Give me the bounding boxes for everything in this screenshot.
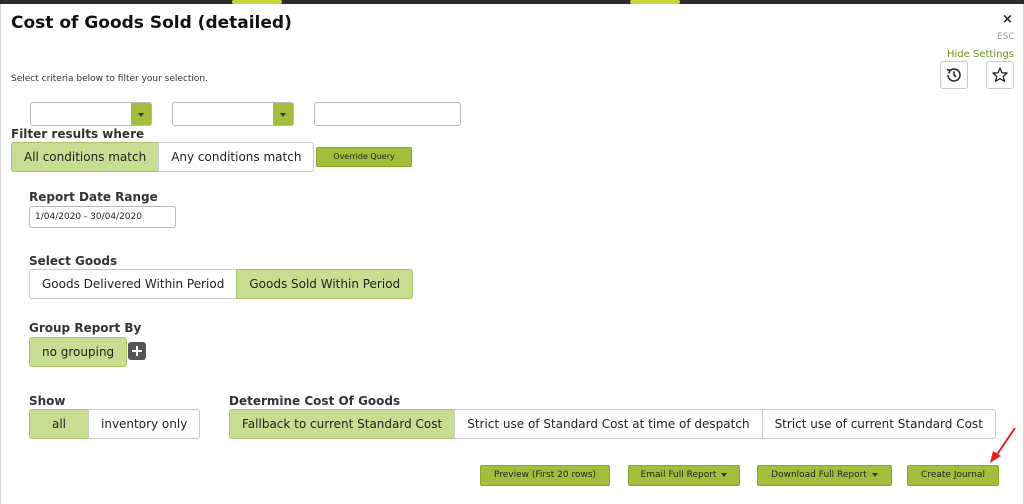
- current-standard-cost-option[interactable]: Strict use of current Standard Cost: [761, 409, 996, 439]
- goods-sold-option[interactable]: Goods Sold Within Period: [236, 269, 414, 299]
- hide-settings-link[interactable]: Hide Settings: [947, 49, 1014, 60]
- filter-results-label: Filter results where: [11, 127, 145, 141]
- standard-cost-at-despatch-option[interactable]: Strict use of Standard Cost at time of d…: [454, 409, 763, 439]
- filter-field-select[interactable]: [30, 102, 152, 126]
- show-all-option[interactable]: all: [29, 409, 89, 439]
- determine-cost-toggle: Fallback to current Standard Cost Strict…: [229, 409, 996, 439]
- grouping-list: no grouping: [29, 337, 128, 367]
- select-goods-label: Select Goods: [29, 254, 118, 268]
- page-title: Cost of Goods Sold (detailed): [11, 13, 292, 33]
- add-grouping-button[interactable]: [128, 342, 146, 360]
- download-report-button[interactable]: Download Full Report: [757, 465, 892, 486]
- caret-down-icon: [721, 472, 728, 477]
- group-report-by-label: Group Report By: [29, 321, 142, 335]
- history-button[interactable]: [940, 61, 968, 89]
- close-button[interactable]: ×: [1002, 12, 1013, 27]
- filter-instructions: Select criteria below to filter your sel…: [11, 74, 208, 84]
- show-label: Show: [29, 394, 66, 408]
- fallback-standard-cost-option[interactable]: Fallback to current Standard Cost: [229, 409, 456, 439]
- star-icon: [992, 67, 1008, 82]
- esc-hint: ESC: [997, 32, 1015, 42]
- history-icon: [946, 68, 961, 82]
- favourite-button[interactable]: [986, 61, 1014, 89]
- email-report-label: Email Full Report: [640, 470, 717, 480]
- annotation-arrow-icon: [990, 427, 1016, 463]
- select-goods-toggle: Goods Delivered Within Period Goods Sold…: [29, 269, 414, 299]
- report-date-range-label: Report Date Range: [29, 190, 158, 204]
- no-grouping-option[interactable]: no grouping: [29, 337, 128, 367]
- filter-value-input[interactable]: [314, 102, 461, 126]
- download-report-label: Download Full Report: [771, 470, 867, 480]
- email-report-button[interactable]: Email Full Report: [628, 465, 740, 486]
- create-journal-button[interactable]: Create Journal: [907, 465, 999, 486]
- determine-cost-label: Determine Cost Of Goods: [229, 394, 401, 408]
- chevron-down-icon: [273, 103, 293, 125]
- show-inventory-only-option[interactable]: inventory only: [88, 409, 201, 439]
- override-query-button[interactable]: Override Query: [316, 147, 412, 167]
- any-conditions-option[interactable]: Any conditions match: [158, 142, 315, 172]
- caret-down-icon: [871, 472, 878, 477]
- chevron-down-icon: [131, 103, 151, 125]
- condition-match-toggle: All conditions match Any conditions matc…: [11, 142, 315, 172]
- show-toggle: all inventory only: [29, 409, 201, 439]
- filter-operator-select[interactable]: [172, 102, 294, 126]
- preview-button[interactable]: Preview (First 20 rows): [480, 465, 610, 486]
- goods-delivered-option[interactable]: Goods Delivered Within Period: [29, 269, 238, 299]
- all-conditions-option[interactable]: All conditions match: [11, 142, 160, 172]
- report-date-range-input[interactable]: 1/04/2020 - 30/04/2020: [29, 206, 176, 228]
